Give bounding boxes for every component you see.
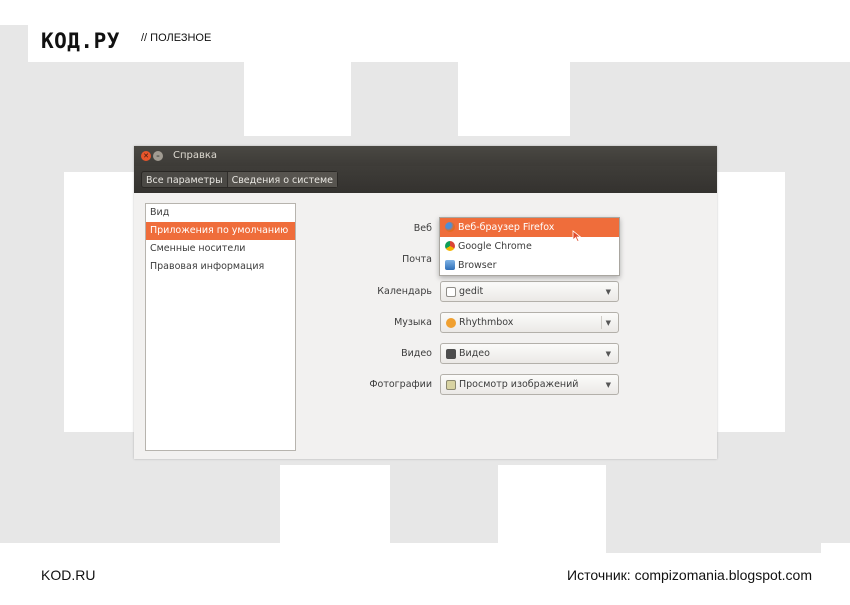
site-logo[interactable]: КОД.РУ xyxy=(41,29,120,53)
background-block xyxy=(498,465,606,543)
background-block xyxy=(710,172,785,432)
title-bar: ✕ – Справка xyxy=(134,146,717,166)
window-title: Справка xyxy=(173,150,218,161)
footer-source[interactable]: Источник: compizomania.blogspot.com xyxy=(567,567,812,583)
settings-window: ✕ – Справка Все параметры Сведения о сис… xyxy=(134,146,717,459)
mouse-cursor-icon xyxy=(572,230,582,242)
background-block xyxy=(280,465,390,543)
footer-site[interactable]: KOD.RU xyxy=(41,567,95,583)
chevron-down-icon: ▼ xyxy=(605,288,611,296)
sidebar-item-legal[interactable]: Правовая информация xyxy=(146,258,295,276)
video-combo[interactable]: Видео ▼ xyxy=(440,343,619,364)
sidebar-item-default-apps[interactable]: Приложения по умолчанию xyxy=(146,222,295,240)
breadcrumb-system-info[interactable]: Сведения о системе xyxy=(226,172,338,187)
background-block xyxy=(0,25,28,543)
text-editor-icon xyxy=(446,287,456,297)
dropdown-option-firefox[interactable]: Веб-браузер Firefox xyxy=(440,218,619,237)
web-browser-dropdown: Веб-браузер Firefox Google Chrome Browse… xyxy=(439,217,620,276)
dropdown-option-browser[interactable]: Browser xyxy=(440,256,619,275)
background-block xyxy=(606,543,821,553)
photos-combo[interactable]: Просмотр изображений ▼ xyxy=(440,374,619,395)
calendar-label: Календарь xyxy=(377,286,432,297)
dropdown-option-chrome[interactable]: Google Chrome xyxy=(440,237,619,256)
toolbar: Все параметры Сведения о системе xyxy=(134,166,717,193)
music-combo[interactable]: Rhythmbox ▼ xyxy=(440,312,619,333)
sidebar-item-view[interactable]: Вид xyxy=(146,204,295,222)
sidebar: Вид Приложения по умолчанию Сменные носи… xyxy=(145,203,296,451)
rhythmbox-icon xyxy=(446,318,456,328)
section-label: // ПОЛЕЗНОЕ xyxy=(141,32,212,44)
option-label: Browser xyxy=(458,260,497,271)
mail-label: Почта xyxy=(402,254,432,265)
chrome-icon xyxy=(445,241,455,251)
divider xyxy=(601,316,602,329)
minimize-icon[interactable]: – xyxy=(153,151,163,161)
chevron-down-icon: ▼ xyxy=(605,319,611,327)
video-label: Видео xyxy=(401,348,432,359)
photos-value: Просмотр изображений xyxy=(459,379,579,390)
chevron-down-icon: ▼ xyxy=(605,381,611,389)
music-label: Музыка xyxy=(394,317,432,328)
sidebar-item-removable-media[interactable]: Сменные носители xyxy=(146,240,295,258)
calendar-value: gedit xyxy=(459,286,484,297)
chevron-down-icon: ▼ xyxy=(605,350,611,358)
video-icon xyxy=(446,349,456,359)
photos-label: Фотографии xyxy=(369,379,432,390)
video-value: Видео xyxy=(459,348,490,359)
breadcrumb-all-settings[interactable]: Все параметры xyxy=(142,172,227,187)
option-label: Google Chrome xyxy=(458,241,532,252)
close-icon[interactable]: ✕ xyxy=(141,151,151,161)
image-viewer-icon xyxy=(446,380,456,390)
calendar-combo[interactable]: gedit ▼ xyxy=(440,281,619,302)
browser-icon xyxy=(445,260,455,270)
web-label: Веб xyxy=(413,223,432,234)
option-label: Веб-браузер Firefox xyxy=(458,222,555,233)
firefox-icon xyxy=(445,222,455,232)
breadcrumb: Все параметры Сведения о системе xyxy=(141,171,339,188)
music-value: Rhythmbox xyxy=(459,317,514,328)
